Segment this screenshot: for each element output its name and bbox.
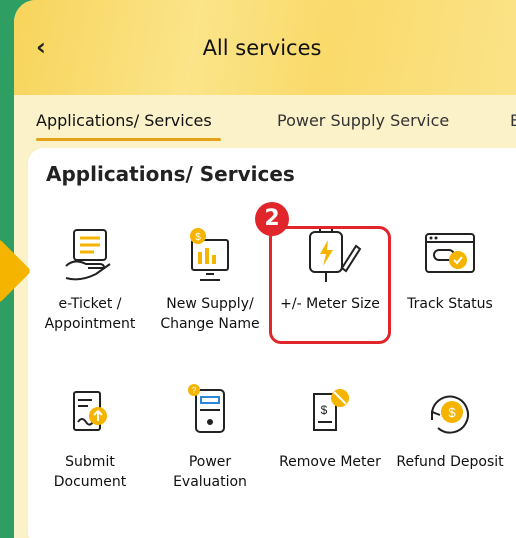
active-tab-indicator xyxy=(36,138,221,141)
service-label: Refund Deposit xyxy=(396,454,504,470)
tab-partial[interactable]: B xyxy=(510,111,516,130)
svg-text:$: $ xyxy=(448,405,456,420)
tab-bar: Applications/ Services Power Supply Serv… xyxy=(14,98,516,142)
service-label: e-Ticket / xyxy=(58,296,122,312)
tab-power-supply-service[interactable]: Power Supply Service xyxy=(277,111,449,130)
tab-applications-services[interactable]: Applications/ Services xyxy=(36,111,212,130)
page-title: All services xyxy=(202,36,322,60)
service-remove-meter[interactable]: $ Remove Meter xyxy=(270,384,390,472)
service-label: Appointment xyxy=(44,316,136,332)
remove-meter-icon: $ xyxy=(313,389,349,431)
document-upload-icon xyxy=(73,391,107,431)
service-label: Document xyxy=(53,474,127,490)
svg-text:?: ? xyxy=(192,386,197,395)
service-refund-deposit[interactable]: $ Refund Deposit xyxy=(390,384,510,472)
service-label: Remove Meter xyxy=(279,454,381,470)
app-screen: ‹ All services Applications/ Services Po… xyxy=(14,0,516,538)
step-number-badge: 2 xyxy=(255,202,289,236)
top-bar: ‹ All services xyxy=(14,0,516,95)
service-label: Submit xyxy=(65,454,115,470)
service-label: Power xyxy=(188,454,232,470)
section-title: Applications/ Services xyxy=(46,162,295,186)
service-label: New Supply/ xyxy=(166,296,254,312)
meter-icon: ? xyxy=(188,384,225,433)
service-power-evaluation[interactable]: ? Power Evaluation xyxy=(150,384,270,492)
service-eticket-appointment[interactable]: e-Ticket / Appointment xyxy=(30,226,150,334)
service-label: Change Name xyxy=(160,316,260,332)
service-label: Track Status xyxy=(407,296,493,312)
service-submit-document[interactable]: Submit Document xyxy=(30,384,150,492)
service-new-supply-change-name[interactable]: $ New Supply/ Change Name xyxy=(150,226,270,334)
svg-text:$: $ xyxy=(321,403,328,417)
service-track-status[interactable]: Track Status xyxy=(390,226,510,314)
refund-coin-icon: $ xyxy=(431,395,469,434)
services-card: Applications/ Services e-Ticket / Appoin… xyxy=(28,148,516,538)
service-label: Evaluation xyxy=(173,474,247,490)
coin-document-icon: $ xyxy=(190,228,229,281)
ticket-hand-icon xyxy=(65,229,111,281)
browser-check-icon xyxy=(425,233,475,273)
selected-service-highlight xyxy=(269,226,391,344)
svg-text:$: $ xyxy=(195,232,201,243)
